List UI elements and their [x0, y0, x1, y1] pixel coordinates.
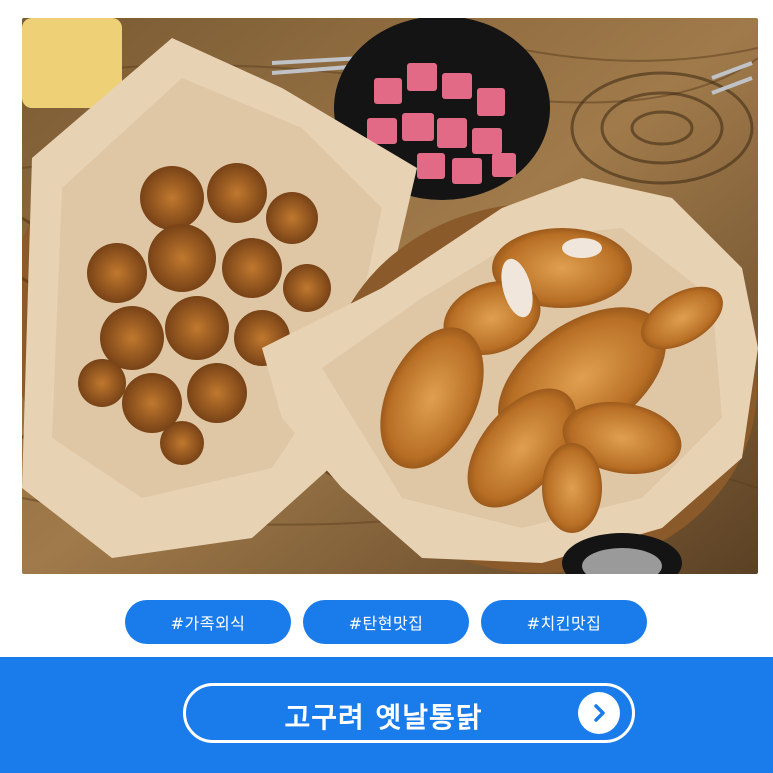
hashtag-family-dining[interactable]: #가족외식	[125, 600, 291, 644]
chevron-right-icon[interactable]	[578, 692, 620, 734]
restaurant-title-button[interactable]: 고구려 옛날통닭	[183, 683, 635, 743]
hashtag-label: #치킨맛집	[526, 614, 602, 633]
hashtag-label: #가족외식	[170, 614, 246, 633]
hashtag-tanhyeon-restaurant[interactable]: #탄현맛집	[303, 600, 469, 644]
restaurant-title: 고구려 옛날통닭	[284, 701, 483, 734]
hashtag-label: #탄현맛집	[348, 614, 424, 633]
food-photo	[22, 18, 758, 574]
hashtag-chicken-restaurant[interactable]: #치킨맛집	[481, 600, 647, 644]
hashtag-row: #가족외식 #탄현맛집 #치킨맛집	[0, 600, 773, 646]
